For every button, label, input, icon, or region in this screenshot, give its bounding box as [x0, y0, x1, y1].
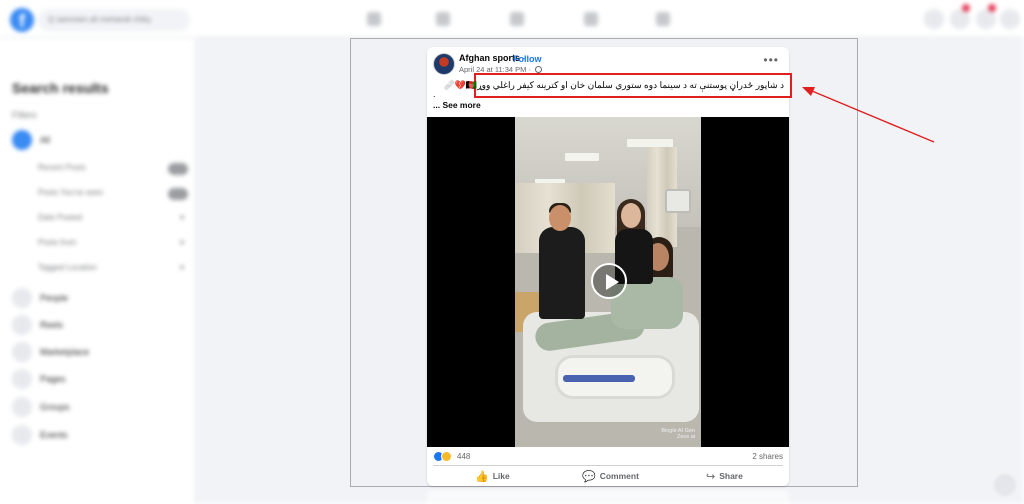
annotation-arrow — [802, 87, 935, 143]
arrow-line — [811, 90, 935, 143]
